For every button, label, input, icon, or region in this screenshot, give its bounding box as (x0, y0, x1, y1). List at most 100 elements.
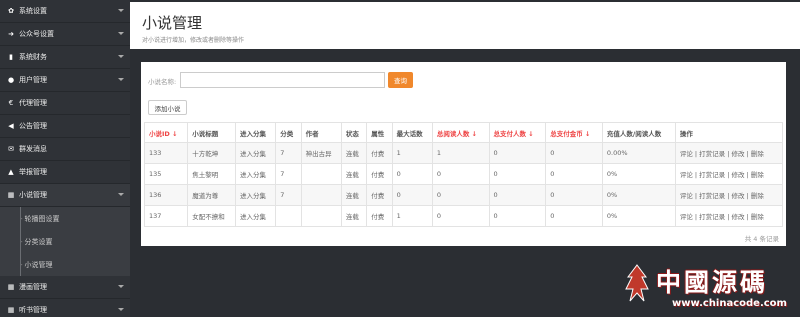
user-icon: ● (7, 76, 15, 84)
cell-status: 连载 (340, 205, 368, 227)
cell-entry[interactable]: 进入分集 (234, 163, 277, 185)
cell-coins: 0 (545, 205, 603, 227)
megaphone-icon: ◀ (8, 122, 14, 130)
chevron-down-icon (118, 308, 124, 311)
sidebar-item[interactable]: ➜ 公众号设置 (0, 23, 130, 46)
search-label: 小说名称: (148, 78, 177, 86)
sidebar-subitem[interactable]: - 分类设置 (0, 230, 130, 253)
table-row: 135 焦土黎明 进入分集 7 连载 付费 0 0 0 0 0% 评论 | 打赏记录 | 修改 | 删… (143, 163, 784, 185)
euro-icon: € (8, 99, 14, 107)
sidebar-item[interactable]: ▦ 漫画管理 (0, 276, 130, 299)
action-link[interactable]: 修改 (732, 192, 745, 200)
action-link[interactable]: 修改 (732, 213, 745, 221)
action-link[interactable]: 修改 (732, 150, 745, 158)
search-input[interactable] (180, 72, 385, 88)
cell-reads: 0 (431, 163, 490, 185)
cell-ratio: 0% (601, 184, 676, 206)
sidebar-item[interactable]: ▲ 举报管理 (0, 161, 130, 184)
cell-ratio: 0% (601, 163, 676, 185)
cell-author (300, 163, 342, 185)
sidebar-item[interactable]: ▮ 系统财务 (0, 46, 130, 69)
cell-attr: 付费 (366, 163, 393, 185)
cell-entry[interactable]: 进入分集 (234, 142, 277, 164)
cell-category: 7 (275, 142, 302, 164)
sidebar-item-label: 用户管理 (19, 76, 47, 84)
sidebar-item[interactable]: ▦ 听书管理 (0, 299, 130, 317)
cell-ratio: 0.00% (601, 142, 676, 164)
sidebar-item-label: 小说管理 (19, 191, 47, 199)
action-link[interactable]: 修改 (732, 171, 745, 179)
action-link[interactable]: 删除 (751, 171, 764, 179)
column-header[interactable]: 总支付人数 ↓ (488, 122, 547, 143)
action-link[interactable]: 评论 (680, 150, 693, 158)
sidebar-item[interactable]: ✉ 群发消息 (0, 138, 130, 161)
column-header: 属性 (366, 122, 393, 143)
cell-entry[interactable]: 进入分集 (234, 184, 277, 206)
action-link[interactable]: 删除 (751, 150, 764, 158)
cell-author (300, 184, 342, 206)
sidebar-subitem[interactable]: - 轮播图设置 (0, 207, 130, 230)
column-header[interactable]: 小说ID ↓ (143, 122, 189, 143)
cell-status: 连载 (340, 184, 368, 206)
column-header[interactable]: 总阅读人数 ↓ (431, 122, 490, 143)
novel-table: 小说ID ↓ 小说标题 进入分集 分类 作者 状态 属性 最大话数 总阅读人数 ↓ 总支付人数 ↓… (143, 122, 784, 227)
sidebar-item[interactable]: ◀ 公告管理 (0, 115, 130, 138)
sidebar-item[interactable]: ● 用户管理 (0, 69, 130, 92)
action-link[interactable]: 打赏记录 (699, 150, 725, 158)
action-link[interactable]: 评论 (680, 192, 693, 200)
page-title: 小说管理 (142, 14, 203, 32)
cell-actions: 评论 | 打赏记录 | 修改 | 删除 (674, 142, 784, 164)
grid-icon: ▦ (7, 191, 15, 199)
column-header[interactable]: 总支付金币 ↓ (545, 122, 603, 143)
warning-icon: ▲ (8, 168, 14, 176)
action-link[interactable]: 打赏记录 (699, 171, 725, 179)
cell-category: 7 (275, 163, 302, 185)
cell-title: 女配不撩和 (187, 205, 236, 227)
cell-status: 连载 (340, 163, 368, 185)
watermark: 中國源碼 www.chinacode.com (612, 259, 800, 317)
sidebar-subitem-label: 分类设置 (24, 237, 53, 246)
column-header: 状态 (340, 122, 368, 143)
column-header: 充值人数/阅读人数 (601, 122, 676, 143)
column-header: 最大话数 (391, 122, 433, 143)
cell-actions: 评论 | 打赏记录 | 修改 | 删除 (674, 184, 784, 206)
tree-line (20, 207, 21, 230)
sidebar-item-label: 代理管理 (19, 99, 47, 107)
link-icon: ➜ (8, 30, 14, 38)
action-link[interactable]: 删除 (751, 213, 764, 221)
search-button[interactable]: 查询 (388, 72, 413, 88)
add-novel-button[interactable]: 添加小说 (148, 100, 187, 115)
sidebar-item[interactable]: € 代理管理 (0, 92, 130, 115)
cell-title: 十方乾坤 (187, 142, 236, 164)
column-header: 操作 (674, 122, 784, 143)
table-row: 136 魔道为尊 进入分集 7 连载 付费 0 0 0 0 0% 评论 | 打赏记录 | 修改 | 删… (143, 184, 784, 206)
chevron-down-icon (118, 55, 124, 58)
cell-payers: 0 (488, 142, 547, 164)
action-link[interactable]: 评论 (680, 171, 693, 179)
cell-max: 0 (391, 184, 433, 206)
sidebar-subitem[interactable]: - 小说管理 (0, 253, 130, 276)
cell-attr: 付费 (366, 184, 393, 206)
cell-title: 焦土黎明 (187, 163, 236, 185)
action-link[interactable]: 删除 (751, 192, 764, 200)
cell-category: 7 (275, 184, 302, 206)
sidebar-item[interactable]: ▦ 小说管理 (0, 184, 130, 207)
sidebar-item-label: 群发消息 (19, 145, 47, 153)
cell-status: 连载 (340, 142, 368, 164)
action-link[interactable]: 评论 (680, 213, 693, 221)
action-link[interactable]: 打赏记录 (699, 213, 725, 221)
sidebar-item-label: 系统设置 (19, 7, 47, 15)
cell-reads: 0 (431, 205, 490, 227)
cell-max: 1 (391, 142, 433, 164)
action-link[interactable]: 打赏记录 (699, 192, 725, 200)
mail-icon: ✉ (8, 145, 14, 153)
table-row: 133 十方乾坤 进入分集 7 神出古异 连载 付费 1 1 0 0 0.00% 评论 | 打赏记录 |… (143, 142, 784, 164)
sidebar-item[interactable]: ✿ 系统设置 (0, 0, 130, 23)
cell-entry[interactable]: 进入分集 (234, 205, 277, 227)
page-subtitle: 对小说进行增加，修改或者删除等操作 (142, 37, 245, 44)
cell-actions: 评论 | 打赏记录 | 修改 | 删除 (674, 163, 784, 185)
table-header-row: 小说ID ↓ 小说标题 进入分集 分类 作者 状态 属性 最大话数 总阅读人数 ↓ 总支付人数 ↓… (143, 122, 784, 143)
cell-author (300, 205, 342, 227)
cell-id: 136 (143, 184, 189, 206)
sidebar-item-label: 系统财务 (19, 53, 47, 61)
